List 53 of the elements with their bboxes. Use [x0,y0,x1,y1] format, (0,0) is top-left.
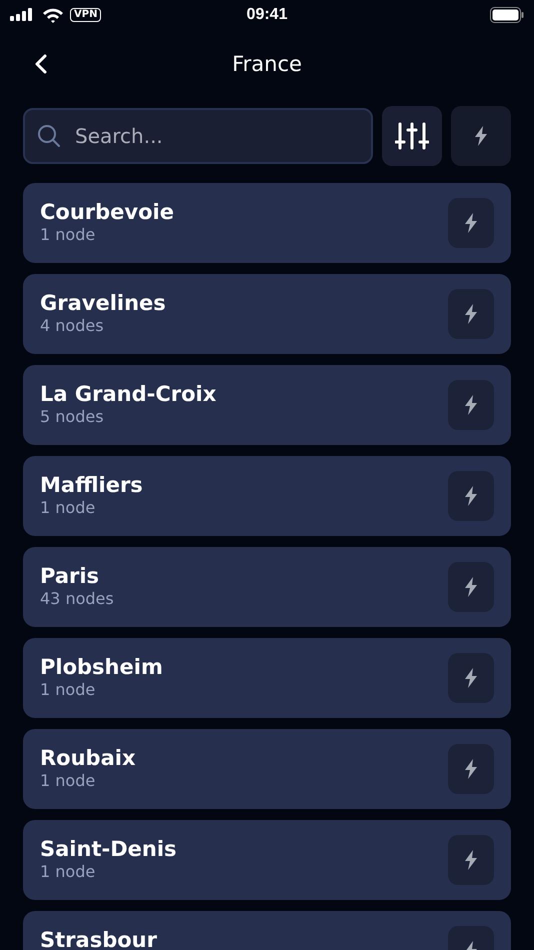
location-card[interactable]: Roubaix 1 node [23,729,511,809]
lightning-icon [464,486,478,506]
location-card[interactable]: La Grand-Croix 5 nodes [23,365,511,445]
node-count: 5 nodes [40,407,105,427]
lightning-icon [464,850,478,870]
connect-button[interactable] [448,471,494,521]
location-card[interactable]: Maffliers 1 node [23,456,511,536]
location-name: Roubaix [40,745,136,771]
location-name: Gravelines [40,290,166,316]
location-name: Plobsheim [40,654,163,680]
connect-button[interactable] [448,198,494,248]
node-count: 43 nodes [40,589,114,609]
connect-button[interactable] [448,562,494,612]
sliders-icon [395,122,429,150]
node-count: 1 node [40,225,96,245]
connect-button[interactable] [448,835,494,885]
connect-button[interactable] [448,380,494,430]
vpn-badge: VPN [70,8,102,22]
node-count: 1 node [40,771,96,791]
location-card[interactable]: Gravelines 4 nodes [23,274,511,354]
lightning-icon [464,668,478,688]
lightning-icon [464,395,478,415]
lightning-icon [474,126,488,146]
battery-icon [490,7,524,23]
lightning-icon [464,759,478,779]
lightning-icon [464,304,478,324]
page-title: France [232,52,302,76]
connect-button[interactable] [448,289,494,339]
location-card[interactable]: Courbevoie 1 node [23,183,511,263]
node-count: 1 node [40,498,96,518]
location-name: Strasbour [40,927,157,950]
location-name: Maffliers [40,472,143,498]
location-card[interactable]: Strasbour [23,911,511,950]
quick-connect-button[interactable] [451,106,511,166]
location-name: Paris [40,563,100,589]
search-field[interactable]: Search... [23,108,373,164]
chevron-left-icon [34,54,48,74]
node-count: 4 nodes [40,316,105,336]
filter-button[interactable] [382,106,442,166]
location-name: Courbevoie [40,199,174,225]
location-card[interactable]: Plobsheim 1 node [23,638,511,718]
location-name: Saint-Denis [40,836,177,862]
node-count: 1 node [40,862,96,882]
location-name: La Grand-Croix [40,381,216,407]
node-count: 1 node [40,680,96,700]
connect-button[interactable] [448,653,494,703]
lightning-icon [464,213,478,233]
location-card[interactable]: Saint-Denis 1 node [23,820,511,900]
status-time: 09:41 [246,6,288,24]
wifi-icon [42,7,64,23]
connect-button[interactable] [448,744,494,794]
lightning-icon [464,577,478,597]
location-card[interactable]: Paris 43 nodes [23,547,511,627]
